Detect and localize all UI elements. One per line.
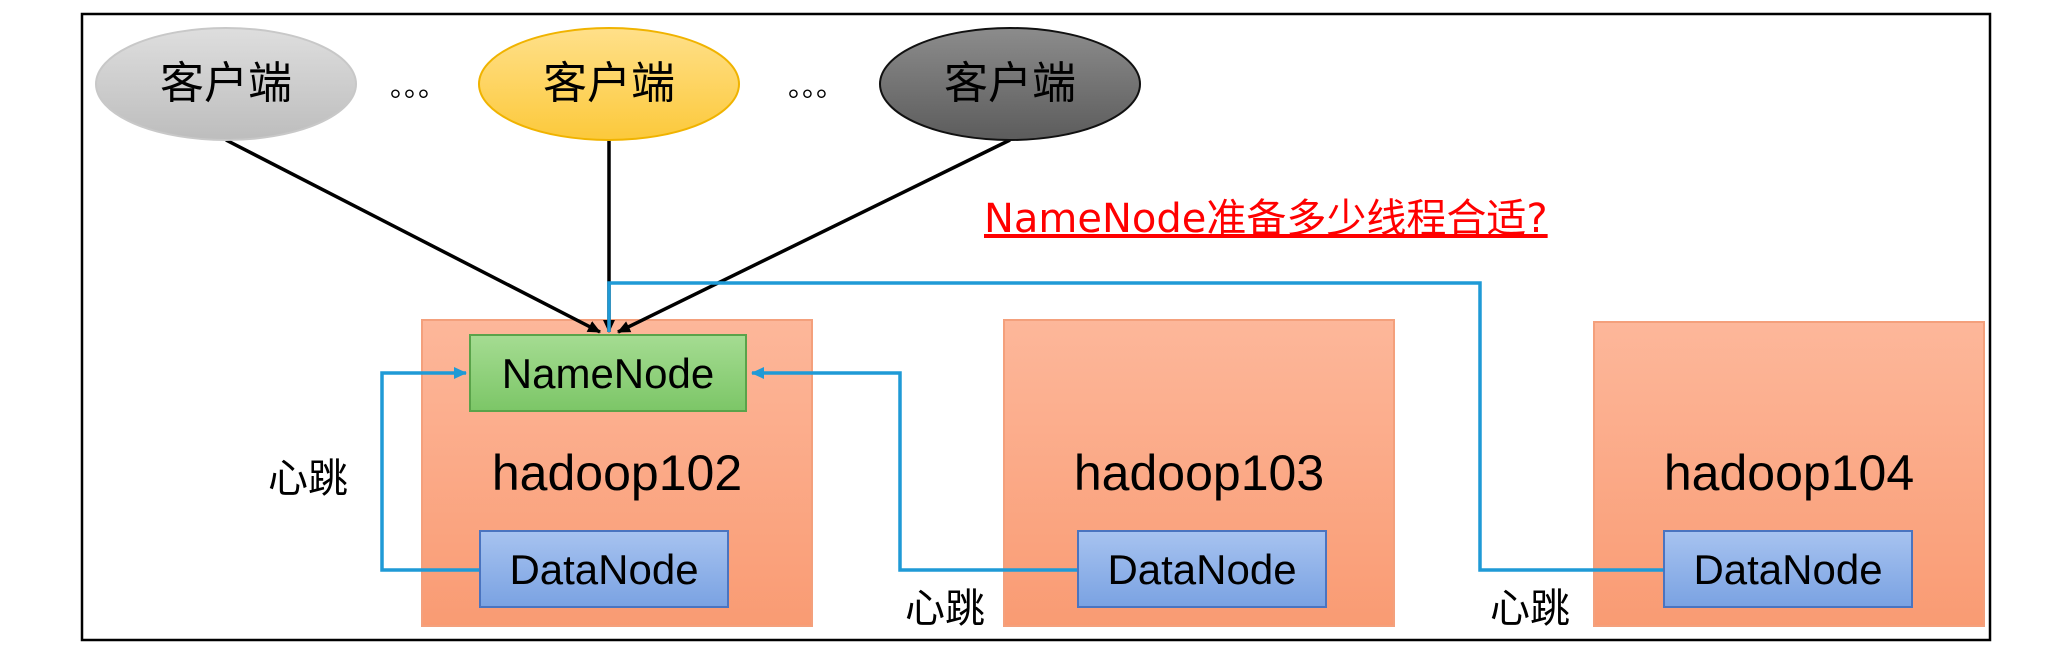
heartbeat-label-104: 心跳	[1490, 586, 1570, 632]
client-1-label: 客户端	[160, 58, 292, 109]
datanode-label-103: DataNode	[1107, 546, 1296, 593]
client-1: 客户端	[95, 27, 357, 141]
client-3-label: 客户端	[944, 58, 1076, 109]
ellipsis-1: 。。。	[390, 70, 446, 103]
client-2-label: 客户端	[543, 58, 675, 109]
heartbeat-label-103: 心跳	[905, 586, 985, 632]
client-2: 客户端	[478, 27, 740, 141]
question-text: NameNode准备多少线程合适?	[984, 196, 1548, 242]
datanode-label-102: DataNode	[509, 546, 698, 593]
ellipsis-2: 。。。	[788, 70, 844, 103]
hdfs-diagram: 客户端 客户端 客户端 。。。 。。。 NameNode准备多少线程合适? Na…	[80, 12, 1992, 642]
host-name-hadoop104: hadoop104	[1664, 445, 1914, 501]
host-name-hadoop102: hadoop102	[492, 445, 742, 501]
namenode-label: NameNode	[502, 350, 714, 397]
datanode-label-104: DataNode	[1693, 546, 1882, 593]
host-name-hadoop103: hadoop103	[1074, 445, 1324, 501]
client-3: 客户端	[879, 27, 1141, 141]
heartbeat-label-102: 心跳	[268, 456, 348, 502]
